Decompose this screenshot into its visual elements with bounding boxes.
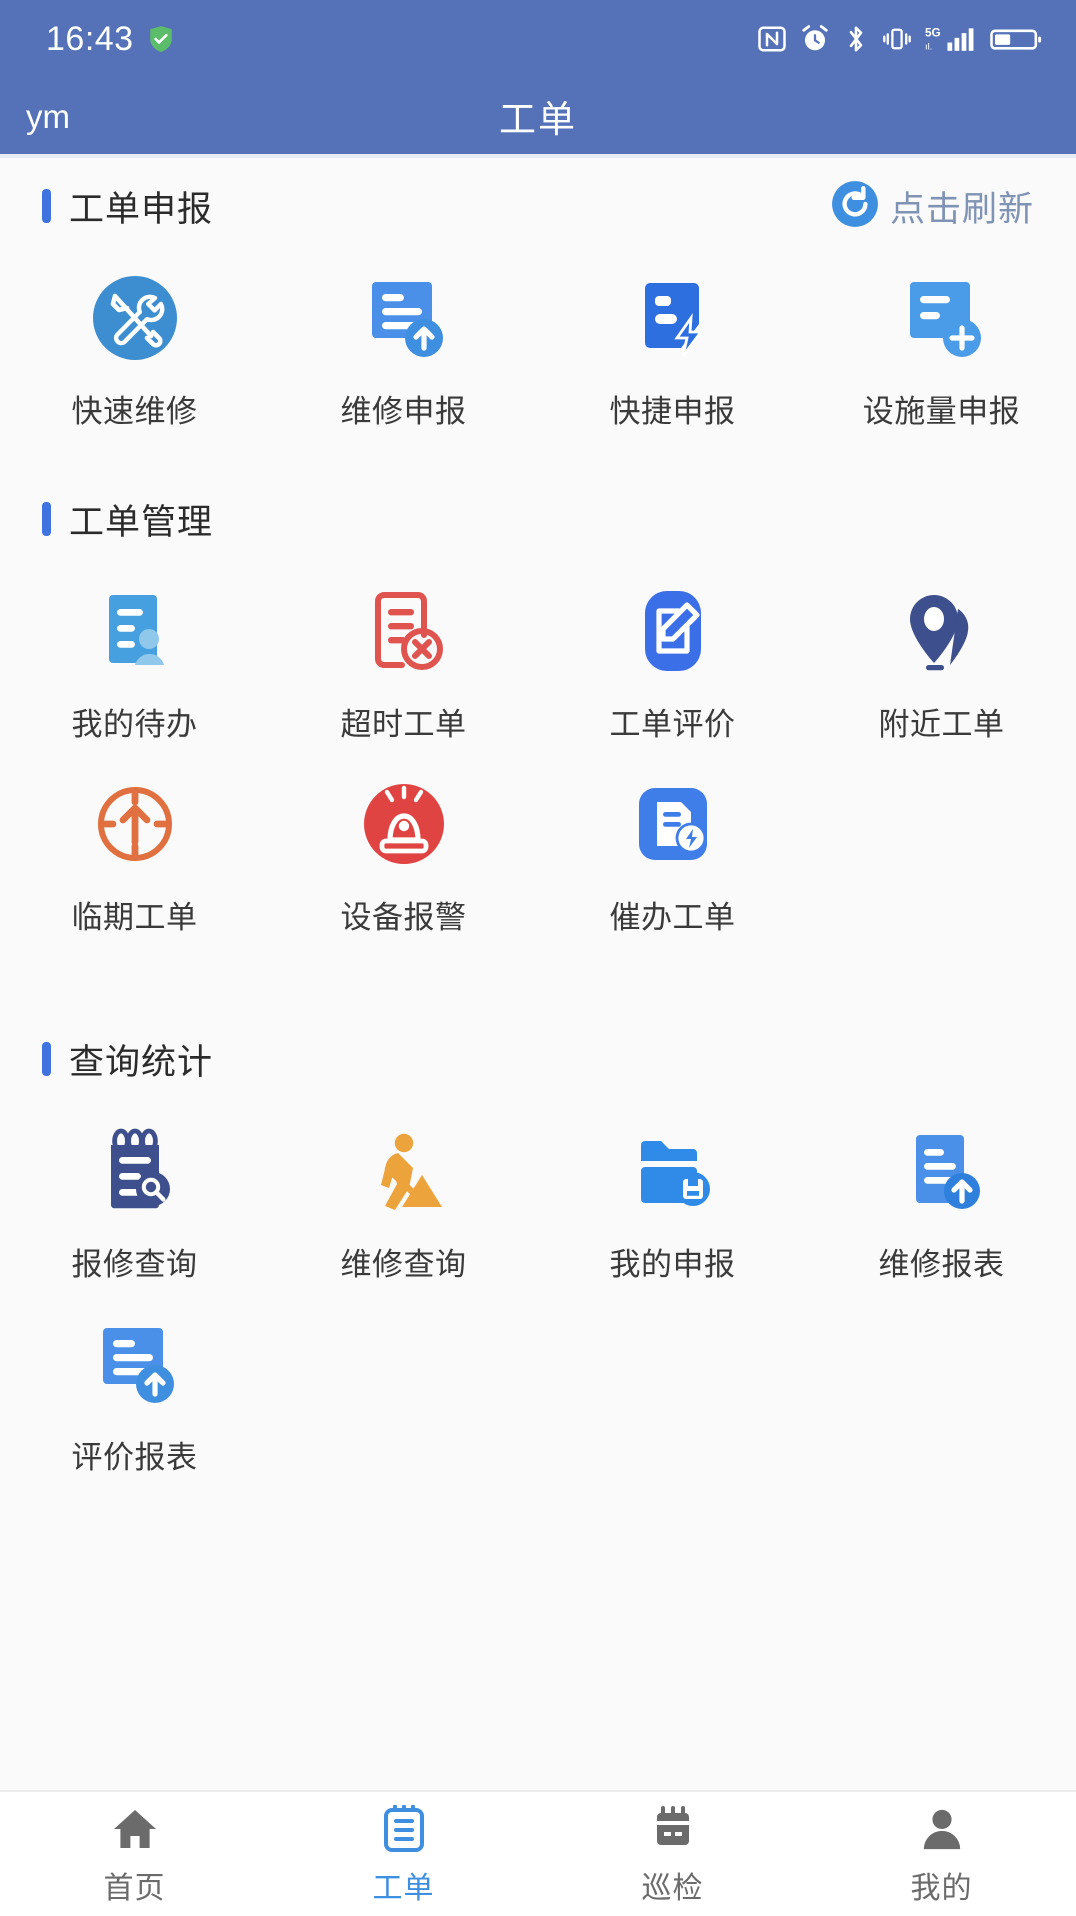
tile-label: 超时工单 (340, 707, 467, 742)
section-title: 工单管理 (69, 502, 214, 542)
document-pencil-icon (621, 579, 725, 683)
section-accent-bar (42, 189, 51, 223)
grid-empty-cell (807, 772, 1076, 937)
tab-inspection[interactable]: 巡检 (538, 1792, 807, 1916)
location-pins-icon (890, 579, 994, 683)
vibrate-icon (882, 24, 912, 54)
section-accent-bar (42, 502, 51, 536)
shield-icon (148, 25, 174, 53)
tile-evaluation-report[interactable]: 评价报表 (0, 1312, 269, 1477)
bluetooth-icon (843, 24, 869, 54)
alarm-icon (800, 24, 830, 54)
tile-label: 工单评价 (609, 707, 736, 742)
siren-alarm-icon (352, 772, 456, 876)
tile-label: 维修申报 (340, 394, 467, 429)
document-bolt-icon (621, 772, 725, 876)
tile-label: 催办工单 (609, 900, 736, 935)
tile-label: 快捷申报 (609, 394, 736, 429)
tab-label: 工单 (372, 1872, 435, 1905)
grid-empty-cell (807, 1312, 1076, 1477)
tile-label: 评价报表 (71, 1440, 198, 1475)
wrench-screwdriver-icon (83, 266, 187, 370)
document-person-icon (83, 579, 187, 683)
document-cancel-icon (352, 579, 456, 683)
tile-urge-order[interactable]: 催办工单 (538, 772, 807, 937)
grid-empty-cell (538, 1312, 807, 1477)
tile-label: 附近工单 (878, 707, 1005, 742)
target-arrow-icon (83, 772, 187, 876)
tile-quick-declaration[interactable]: 快捷申报 (538, 266, 807, 431)
refresh-icon (830, 179, 880, 234)
tile-order-evaluation[interactable]: 工单评价 (538, 579, 807, 744)
status-time: 16:43 (46, 19, 134, 58)
tile-my-declaration[interactable]: 我的申报 (538, 1119, 807, 1284)
document-upload-icon (352, 266, 456, 370)
status-bar-left: 16:43 (46, 20, 174, 59)
tab-label: 首页 (103, 1872, 166, 1905)
tile-repair-request-query[interactable]: 报修查询 (0, 1119, 269, 1284)
status-bar-right: 5G ıl. (757, 24, 1042, 54)
section-accent-bar (42, 1042, 51, 1076)
tile-my-todo[interactable]: 我的待办 (0, 579, 269, 744)
query-grid: 报修查询 维修查询 我的申报 维修报表 评价报表 (0, 1105, 1076, 1487)
bottom-tab-bar: 首页 工单 巡检 我的 (0, 1790, 1076, 1916)
svg-text:5G: 5G (925, 26, 941, 40)
tile-label: 我的申报 (609, 1247, 736, 1282)
section-header-declaration: 工单申报 点击刷新 (0, 160, 1076, 252)
tile-quick-repair[interactable]: 快速维修 (0, 266, 269, 431)
tile-facility-declaration[interactable]: 设施量申报 (807, 266, 1076, 431)
svg-text:ıl.: ıl. (925, 42, 932, 53)
section-header-query: 查询统计 (0, 1013, 1076, 1105)
tile-nearby-orders[interactable]: 附近工单 (807, 579, 1076, 744)
section-title: 查询统计 (69, 1042, 214, 1082)
refresh-label: 点击刷新 (889, 189, 1034, 229)
page-title: 工单 (499, 99, 577, 140)
signal-5g-icon: 5G ıl. (925, 24, 977, 54)
grid-empty-cell (269, 1312, 538, 1477)
app-bar: ym 工单 (0, 78, 1076, 154)
main-content: 工单申报 点击刷新 快速维修 维修申报 快捷申报 设施量申报 工单管理 我的待办… (0, 158, 1076, 1848)
section-title: 工单申报 (69, 189, 214, 229)
tab-label: 巡检 (641, 1872, 704, 1905)
refresh-button[interactable]: 点击刷新 (830, 179, 1034, 234)
app-bar-left-label[interactable]: ym (26, 100, 70, 133)
tab-profile[interactable]: 我的 (807, 1792, 1076, 1916)
tab-label: 我的 (910, 1872, 973, 1905)
tab-work-order[interactable]: 工单 (269, 1792, 538, 1916)
declaration-grid: 快速维修 维修申报 快捷申报 设施量申报 (0, 252, 1076, 441)
tile-repair-report[interactable]: 维修报表 (807, 1119, 1076, 1284)
document-upload-icon (83, 1312, 187, 1416)
clipboard-icon (382, 1801, 426, 1853)
tile-label: 设施量申报 (862, 394, 1021, 429)
tile-label: 维修查询 (340, 1247, 467, 1282)
tile-label: 报修查询 (71, 1247, 198, 1282)
tile-near-due-order[interactable]: 临期工单 (0, 772, 269, 937)
person-icon (919, 1801, 965, 1853)
document-lightning-icon (621, 266, 725, 370)
tile-label: 临期工单 (71, 900, 198, 935)
tab-home[interactable]: 首页 (0, 1792, 269, 1916)
home-icon (110, 1801, 160, 1853)
tile-label: 快速维修 (71, 394, 198, 429)
inspect-device-icon (649, 1801, 697, 1853)
notepad-search-icon (83, 1119, 187, 1223)
tile-device-alarm[interactable]: 设备报警 (269, 772, 538, 937)
battery-icon (990, 25, 1042, 53)
section-header-management: 工单管理 (0, 473, 1076, 565)
folder-save-icon (621, 1119, 725, 1223)
worker-digging-icon (352, 1119, 456, 1223)
tile-label: 设备报警 (340, 900, 467, 935)
document-upload-icon (890, 1119, 994, 1223)
nfc-icon (757, 24, 787, 54)
tile-label: 维修报表 (878, 1247, 1005, 1282)
tile-label: 我的待办 (71, 707, 198, 742)
tile-repair-query[interactable]: 维修查询 (269, 1119, 538, 1284)
tile-overtime-order[interactable]: 超时工单 (269, 579, 538, 744)
management-grid: 我的待办 超时工单 工单评价 附近工单 临期工单 设备报警 催办工单 (0, 565, 1076, 947)
tile-repair-declaration[interactable]: 维修申报 (269, 266, 538, 431)
status-bar: 16:43 5G ıl. (0, 0, 1076, 78)
document-plus-icon (890, 266, 994, 370)
